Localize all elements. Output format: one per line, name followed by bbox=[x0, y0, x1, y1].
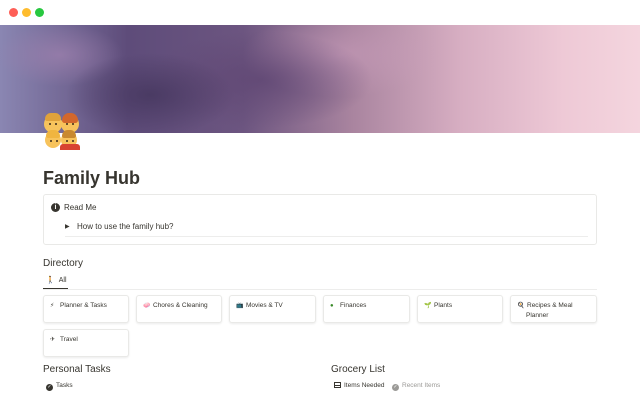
window-titlebar bbox=[0, 0, 640, 25]
grocery-list-heading: Grocery List bbox=[331, 364, 385, 375]
family-emoji-icon[interactable] bbox=[42, 113, 82, 150]
tab-items-needed[interactable]: Items Needed bbox=[334, 382, 384, 389]
directory-card-travel[interactable]: ✈ Travel bbox=[43, 329, 129, 357]
recipe-icon: 🍳 bbox=[517, 303, 525, 309]
tab-all[interactable]: 🚶 All bbox=[46, 276, 67, 284]
personal-tasks-heading: Personal Tasks bbox=[43, 364, 111, 375]
tab-tasks-label: Tasks bbox=[56, 382, 73, 389]
info-icon: i bbox=[51, 203, 60, 212]
soap-icon: 🧼 bbox=[143, 303, 151, 309]
card-label: Planner & Tasks bbox=[60, 302, 107, 309]
directory-heading: Directory bbox=[43, 258, 84, 269]
tab-recent-items[interactable]: ✓ Recent Items bbox=[392, 382, 440, 391]
checkmark-circle-icon: ✓ bbox=[392, 384, 399, 391]
tab-tasks[interactable]: ✓ Tasks bbox=[46, 382, 73, 391]
table-icon bbox=[334, 382, 341, 388]
card-label: Movies & TV bbox=[246, 302, 283, 309]
callout-title: Read Me bbox=[64, 203, 97, 212]
directory-card-finances[interactable]: ● Finances bbox=[323, 295, 410, 323]
plant-icon: 🌱 bbox=[424, 303, 432, 309]
directory-card-movies[interactable]: 📺 Movies & TV bbox=[229, 295, 316, 323]
card-label: Finances bbox=[340, 302, 367, 309]
read-me-callout[interactable]: i Read Me ▶ How to use the family hub? bbox=[43, 194, 597, 245]
page-title[interactable]: Family Hub bbox=[43, 168, 140, 189]
directory-card-plants[interactable]: 🌱 Plants bbox=[417, 295, 503, 323]
zoom-window-button[interactable] bbox=[35, 8, 44, 17]
close-window-button[interactable] bbox=[9, 8, 18, 17]
toggle-how-to-use[interactable]: How to use the family hub? bbox=[77, 222, 174, 231]
toggle-arrow-icon[interactable]: ▶ bbox=[65, 223, 70, 230]
person-icon: 🚶 bbox=[46, 277, 55, 284]
airplane-icon: ✈ bbox=[50, 337, 56, 343]
tab-recent-items-label: Recent Items bbox=[402, 382, 441, 389]
card-label: Recipes & Meal Planner bbox=[526, 302, 573, 319]
card-label: Travel bbox=[60, 336, 78, 343]
tv-icon: 📺 bbox=[236, 303, 244, 309]
checkmark-circle-icon: ✓ bbox=[46, 384, 53, 391]
tab-items-needed-label: Items Needed bbox=[344, 382, 385, 389]
divider bbox=[43, 289, 597, 290]
directory-card-planner[interactable]: ⚡ Planner & Tasks bbox=[43, 295, 129, 323]
card-label: Chores & Cleaning bbox=[153, 302, 208, 309]
money-icon: ● bbox=[330, 303, 334, 309]
directory-card-chores[interactable]: 🧼 Chores & Cleaning bbox=[136, 295, 222, 323]
directory-card-recipes[interactable]: 🍳 Recipes & Meal Planner bbox=[510, 295, 597, 323]
divider bbox=[65, 236, 588, 237]
card-label: Plants bbox=[434, 302, 453, 309]
cover-image[interactable] bbox=[0, 25, 640, 133]
lightning-icon: ⚡ bbox=[50, 303, 55, 309]
tab-all-label: All bbox=[58, 277, 67, 284]
minimize-window-button[interactable] bbox=[22, 8, 31, 17]
